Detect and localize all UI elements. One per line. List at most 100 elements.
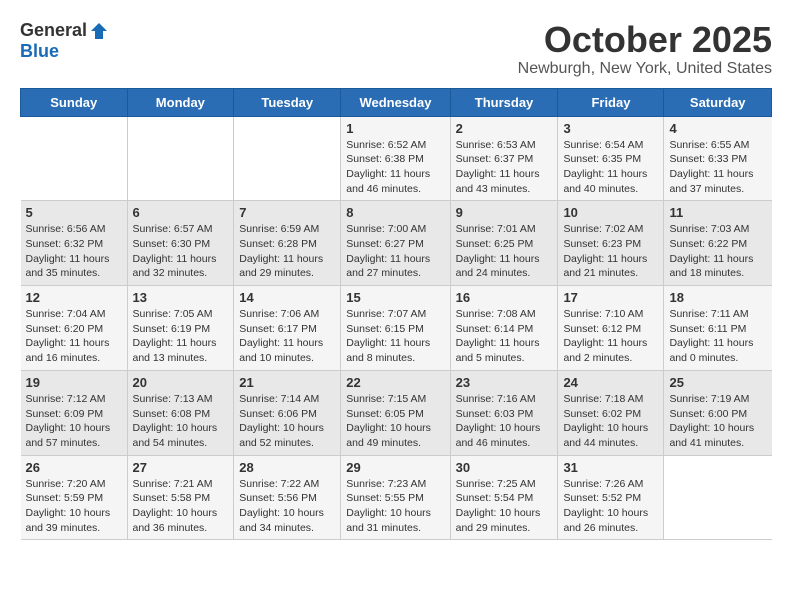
day-info: Sunrise: 6:55 AM Sunset: 6:33 PM Dayligh… [669,138,766,197]
calendar-cell: 12 Sunrise: 7:04 AM Sunset: 6:20 PM Dayli… [21,286,128,371]
day-number: 6 [133,205,229,220]
calendar-cell: 29Sunrise: 7:23 AM Sunset: 5:55 PM Dayli… [341,455,450,540]
calendar-week-row: 5 Sunrise: 6:56 AM Sunset: 6:32 PM Daylig… [21,201,772,286]
calendar-cell: 13Sunrise: 7:05 AM Sunset: 6:19 PM Dayli… [127,286,234,371]
day-info: Sunrise: 7:15 AM Sunset: 6:05 PM Dayligh… [346,392,444,451]
calendar-cell: 3 Sunrise: 6:54 AM Sunset: 6:35 PM Daylig… [558,116,664,201]
calendar-week-row: 26 Sunrise: 7:20 AM Sunset: 5:59 PM Dayli… [21,455,772,540]
calendar-cell: 5 Sunrise: 6:56 AM Sunset: 6:32 PM Daylig… [21,201,128,286]
day-info: Sunrise: 7:20 AM Sunset: 5:59 PM Dayligh… [26,477,122,536]
day-number: 5 [26,205,122,220]
calendar-cell: 16 Sunrise: 7:08 AM Sunset: 6:14 PM Dayli… [450,286,558,371]
header-thursday: Thursday [450,88,558,116]
day-number: 21 [239,375,335,390]
day-info: Sunrise: 7:11 AM Sunset: 6:11 PM Dayligh… [669,307,766,366]
calendar-cell: 24 Sunrise: 7:18 AM Sunset: 6:02 PM Dayli… [558,370,664,455]
day-number: 26 [26,460,122,475]
calendar-cell: 9 Sunrise: 7:01 AM Sunset: 6:25 PM Daylig… [450,201,558,286]
day-info: Sunrise: 6:56 AM Sunset: 6:32 PM Dayligh… [26,222,122,281]
calendar-cell: 25 Sunrise: 7:19 AM Sunset: 6:00 PM Dayli… [664,370,772,455]
calendar-cell [21,116,128,201]
day-number: 19 [26,375,122,390]
calendar-week-row: 1 Sunrise: 6:52 AM Sunset: 6:38 PM Daylig… [21,116,772,201]
day-info: Sunrise: 7:18 AM Sunset: 6:02 PM Dayligh… [563,392,658,451]
calendar-cell [234,116,341,201]
calendar-cell: 23 Sunrise: 7:16 AM Sunset: 6:03 PM Dayli… [450,370,558,455]
day-info: Sunrise: 7:08 AM Sunset: 6:14 PM Dayligh… [456,307,553,366]
day-number: 27 [133,460,229,475]
calendar-cell: 1 Sunrise: 6:52 AM Sunset: 6:38 PM Daylig… [341,116,450,201]
day-number: 1 [346,121,444,136]
page-header: General Blue October 2025 Newburgh, New … [20,20,772,78]
logo-general-text: General [20,20,87,41]
calendar-week-row: 12 Sunrise: 7:04 AM Sunset: 6:20 PM Dayli… [21,286,772,371]
day-number: 4 [669,121,766,136]
location-text: Newburgh, New York, United States [518,60,772,78]
logo-icon [89,21,109,41]
day-info: Sunrise: 7:02 AM Sunset: 6:23 PM Dayligh… [563,222,658,281]
month-title: October 2025 [518,20,772,60]
calendar-cell: 26 Sunrise: 7:20 AM Sunset: 5:59 PM Dayli… [21,455,128,540]
day-info: Sunrise: 7:19 AM Sunset: 6:00 PM Dayligh… [669,392,766,451]
day-number: 18 [669,290,766,305]
day-info: Sunrise: 7:04 AM Sunset: 6:20 PM Dayligh… [26,307,122,366]
day-number: 9 [456,205,553,220]
header-monday: Monday [127,88,234,116]
day-number: 12 [26,290,122,305]
header-sunday: Sunday [21,88,128,116]
day-info: Sunrise: 7:16 AM Sunset: 6:03 PM Dayligh… [456,392,553,451]
calendar-header-row: SundayMondayTuesdayWednesdayThursdayFrid… [21,88,772,116]
day-info: Sunrise: 7:13 AM Sunset: 6:08 PM Dayligh… [133,392,229,451]
day-info: Sunrise: 7:14 AM Sunset: 6:06 PM Dayligh… [239,392,335,451]
calendar-cell: 15 Sunrise: 7:07 AM Sunset: 6:15 PM Dayli… [341,286,450,371]
calendar-cell: 4 Sunrise: 6:55 AM Sunset: 6:33 PM Daylig… [664,116,772,201]
calendar-cell: 19Sunrise: 7:12 AM Sunset: 6:09 PM Dayli… [21,370,128,455]
calendar-cell: 28 Sunrise: 7:22 AM Sunset: 5:56 PM Dayli… [234,455,341,540]
calendar-cell: 10Sunrise: 7:02 AM Sunset: 6:23 PM Dayli… [558,201,664,286]
header-saturday: Saturday [664,88,772,116]
logo-blue-text: Blue [20,41,59,62]
day-number: 29 [346,460,444,475]
day-number: 14 [239,290,335,305]
calendar-cell: 2Sunrise: 6:53 AM Sunset: 6:37 PM Daylig… [450,116,558,201]
calendar-cell: 7 Sunrise: 6:59 AM Sunset: 6:28 PM Daylig… [234,201,341,286]
day-info: Sunrise: 7:21 AM Sunset: 5:58 PM Dayligh… [133,477,229,536]
day-number: 31 [563,460,658,475]
day-number: 23 [456,375,553,390]
calendar-cell: 21 Sunrise: 7:14 AM Sunset: 6:06 PM Dayli… [234,370,341,455]
header-tuesday: Tuesday [234,88,341,116]
day-number: 30 [456,460,553,475]
calendar-cell: 18 Sunrise: 7:11 AM Sunset: 6:11 PM Dayli… [664,286,772,371]
day-number: 28 [239,460,335,475]
header-wednesday: Wednesday [341,88,450,116]
day-number: 25 [669,375,766,390]
calendar-cell: 8Sunrise: 7:00 AM Sunset: 6:27 PM Daylig… [341,201,450,286]
day-info: Sunrise: 6:54 AM Sunset: 6:35 PM Dayligh… [563,138,658,197]
day-info: Sunrise: 7:25 AM Sunset: 5:54 PM Dayligh… [456,477,553,536]
day-info: Sunrise: 7:26 AM Sunset: 5:52 PM Dayligh… [563,477,658,536]
day-number: 16 [456,290,553,305]
day-info: Sunrise: 7:03 AM Sunset: 6:22 PM Dayligh… [669,222,766,281]
calendar-cell: 11 Sunrise: 7:03 AM Sunset: 6:22 PM Dayli… [664,201,772,286]
day-number: 15 [346,290,444,305]
day-info: Sunrise: 6:52 AM Sunset: 6:38 PM Dayligh… [346,138,444,197]
day-number: 24 [563,375,658,390]
day-number: 17 [563,290,658,305]
day-number: 3 [563,121,658,136]
day-number: 13 [133,290,229,305]
day-number: 22 [346,375,444,390]
day-info: Sunrise: 6:59 AM Sunset: 6:28 PM Dayligh… [239,222,335,281]
day-number: 11 [669,205,766,220]
day-info: Sunrise: 7:22 AM Sunset: 5:56 PM Dayligh… [239,477,335,536]
day-number: 20 [133,375,229,390]
calendar-week-row: 19Sunrise: 7:12 AM Sunset: 6:09 PM Dayli… [21,370,772,455]
day-number: 7 [239,205,335,220]
day-info: Sunrise: 7:01 AM Sunset: 6:25 PM Dayligh… [456,222,553,281]
logo: General Blue [20,20,109,62]
day-info: Sunrise: 7:07 AM Sunset: 6:15 PM Dayligh… [346,307,444,366]
day-info: Sunrise: 7:10 AM Sunset: 6:12 PM Dayligh… [563,307,658,366]
day-info: Sunrise: 7:06 AM Sunset: 6:17 PM Dayligh… [239,307,335,366]
calendar-cell [127,116,234,201]
calendar-cell: 6Sunrise: 6:57 AM Sunset: 6:30 PM Daylig… [127,201,234,286]
calendar-cell: 27 Sunrise: 7:21 AM Sunset: 5:58 PM Dayli… [127,455,234,540]
